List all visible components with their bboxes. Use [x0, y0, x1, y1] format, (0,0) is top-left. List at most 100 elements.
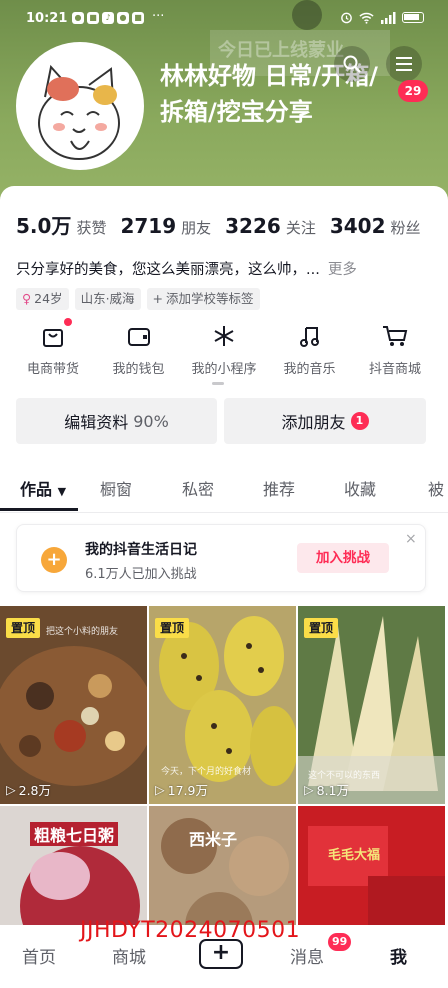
shortcut-ecommerce[interactable]: 电商带货	[14, 318, 92, 377]
tab-liked[interactable]: 被	[428, 476, 444, 500]
search-button[interactable]	[334, 46, 370, 82]
status-bar: 10:21 ● ■ ♪ ● ■ ···	[0, 0, 448, 40]
play-icon: ▷	[6, 782, 16, 797]
video-caption: 把这个小料的朋友	[46, 627, 119, 637]
shopping-cart-icon	[381, 322, 409, 350]
female-icon: ♀	[22, 291, 32, 306]
shortcut-scroll-indicator	[212, 382, 224, 385]
tab-label: 作品	[20, 480, 53, 499]
play-icon: ▷	[155, 782, 165, 797]
tab-recommend[interactable]: 推荐	[263, 476, 295, 500]
stat-likes[interactable]: 5.0万 获赞	[16, 210, 106, 239]
stat-value: 5.0万	[16, 214, 72, 238]
shortcut-label: 抖音商城	[368, 362, 421, 377]
nav-messages[interactable]: 消息	[290, 943, 324, 968]
status-more: ···	[152, 9, 165, 24]
content-tabs: 作品 ▼ 橱窗 私密 推荐 收藏 被	[0, 472, 448, 512]
stat-followers[interactable]: 3402 粉丝	[330, 214, 421, 238]
stat-label: 获赞	[76, 219, 107, 237]
gallery-icon: ■	[132, 12, 144, 24]
shortcut-label: 我的钱包	[112, 362, 165, 377]
tab-works[interactable]: 作品 ▼	[20, 476, 66, 500]
plus-icon: +	[152, 291, 164, 306]
tag-label: 24岁	[34, 291, 63, 306]
tag-add-school[interactable]: + 添加学校等标签	[146, 288, 260, 310]
tab-showcase[interactable]: 橱窗	[100, 476, 132, 500]
profile-completion: 90%	[133, 411, 169, 431]
video-overlay-text: 粗粮七日粥	[30, 822, 119, 846]
signal-icon	[381, 11, 396, 24]
stat-label: 粉丝	[390, 219, 421, 237]
shortcut-wallet[interactable]: 我的钱包	[100, 322, 178, 377]
video-thumbnail[interactable]: 置顶 今天，下个月的好食材 ▷ 17.9万	[149, 606, 296, 804]
play-count-value: 8.1万	[316, 783, 350, 798]
status-app-icons: ● ■ ♪ ● ■	[72, 12, 144, 24]
search-icon	[343, 55, 361, 73]
stat-value: 3402	[329, 214, 386, 238]
challenge-plus-icon: +	[41, 547, 67, 573]
close-icon[interactable]: ×	[405, 531, 417, 547]
status-time: 10:21	[26, 11, 68, 26]
battery-icon	[402, 12, 424, 23]
shortcut-label: 电商带货	[26, 362, 79, 377]
cat-avatar-image	[19, 45, 141, 167]
app-icon: ■	[87, 12, 99, 24]
video-thumbnail[interactable]: 置顶 这个不可以的东西 ▷ 8.1万	[298, 606, 445, 804]
play-icon: ▷	[304, 782, 314, 797]
shortcut-row: 电商带货 我的钱包 我的小程序 我的音乐 抖音商城	[14, 318, 434, 377]
bio[interactable]: 只分享好的美食，您这么美丽漂亮，这么帅，... 更多	[16, 258, 357, 279]
stat-friends[interactable]: 2719 朋友	[120, 214, 211, 238]
menu-icon	[396, 57, 412, 71]
tab-private[interactable]: 私密	[182, 476, 214, 500]
tag-location: 山东·威海	[74, 288, 141, 310]
messages-badge: 99	[328, 933, 352, 951]
join-challenge-button[interactable]: 加入挑战	[297, 543, 389, 573]
stat-following[interactable]: 3226 关注	[225, 214, 316, 238]
active-tab-underline	[0, 508, 78, 511]
challenge-title: 我的抖音生活日记	[85, 542, 197, 558]
watermark-text: JJHDYT2024070501	[80, 918, 301, 943]
nav-mall[interactable]: 商城	[112, 943, 146, 968]
stat-label: 朋友	[181, 219, 212, 237]
alarm-icon	[341, 12, 352, 24]
play-count: ▷ 8.1万	[304, 780, 349, 799]
stat-value: 3226	[225, 214, 281, 238]
chat-icon: ●	[117, 12, 129, 24]
video-thumbnail[interactable]: 置顶 把这个小料的朋友 ▷ 2.8万	[0, 606, 147, 804]
nav-me[interactable]: 我	[390, 943, 407, 968]
pinned-badge: 置顶	[6, 618, 41, 638]
tag-label: 山东·威海	[80, 291, 135, 306]
bio-more-link[interactable]: 更多	[328, 262, 357, 278]
shop-bag-icon	[39, 322, 67, 350]
create-button[interactable]: +	[199, 939, 243, 969]
music-note-icon	[296, 322, 324, 350]
button-label: 添加朋友	[281, 413, 346, 432]
shortcut-mall[interactable]: 抖音商城	[356, 322, 434, 377]
wallet-icon	[125, 322, 153, 350]
stat-value: 2719	[120, 214, 177, 238]
avatar[interactable]	[16, 42, 144, 170]
edit-profile-button[interactable]: 编辑资料 90%	[16, 398, 217, 444]
video-caption: 今天，下个月的好食材	[161, 767, 252, 777]
shortcut-mini-program[interactable]: 我的小程序	[185, 322, 263, 377]
menu-button[interactable]	[386, 46, 422, 82]
mini-program-icon	[210, 322, 238, 350]
play-count: ▷ 2.8万	[6, 780, 51, 799]
nav-home[interactable]: 首页	[22, 943, 56, 968]
tag-age: ♀ 24岁	[16, 288, 69, 310]
tiktok-icon: ♪	[102, 12, 114, 24]
challenge-subtitle: 6.1万人已加入挑战	[85, 567, 197, 582]
profile-card: 5.0万 获赞 2719 朋友 3226 关注 3402 粉丝 只分享好的美食，您这么美…	[0, 186, 448, 988]
bio-text: 只分享好的美食，您这么美丽漂亮，这么帅，...	[16, 262, 320, 278]
shortcut-dot	[64, 318, 72, 326]
profile-header: 今日已上线蒙业 10:21 ● ■ ♪ ● ■ ··· 林林好物 日常/开箱/拆…	[0, 0, 448, 200]
stats-row: 5.0万 获赞 2719 朋友 3226 关注 3402 粉丝	[16, 210, 421, 239]
add-friends-button[interactable]: 添加朋友 1	[224, 398, 426, 444]
shortcut-music[interactable]: 我的音乐	[271, 322, 349, 377]
tabs-divider	[0, 512, 448, 513]
challenge-banner[interactable]: + 我的抖音生活日记 6.1万人已加入挑战 加入挑战 ×	[16, 524, 426, 592]
stat-label: 关注	[285, 219, 316, 237]
tab-favorites[interactable]: 收藏	[344, 476, 376, 500]
pinned-badge: 置顶	[155, 618, 190, 638]
video-overlay-text: 毛毛大福	[328, 848, 381, 863]
